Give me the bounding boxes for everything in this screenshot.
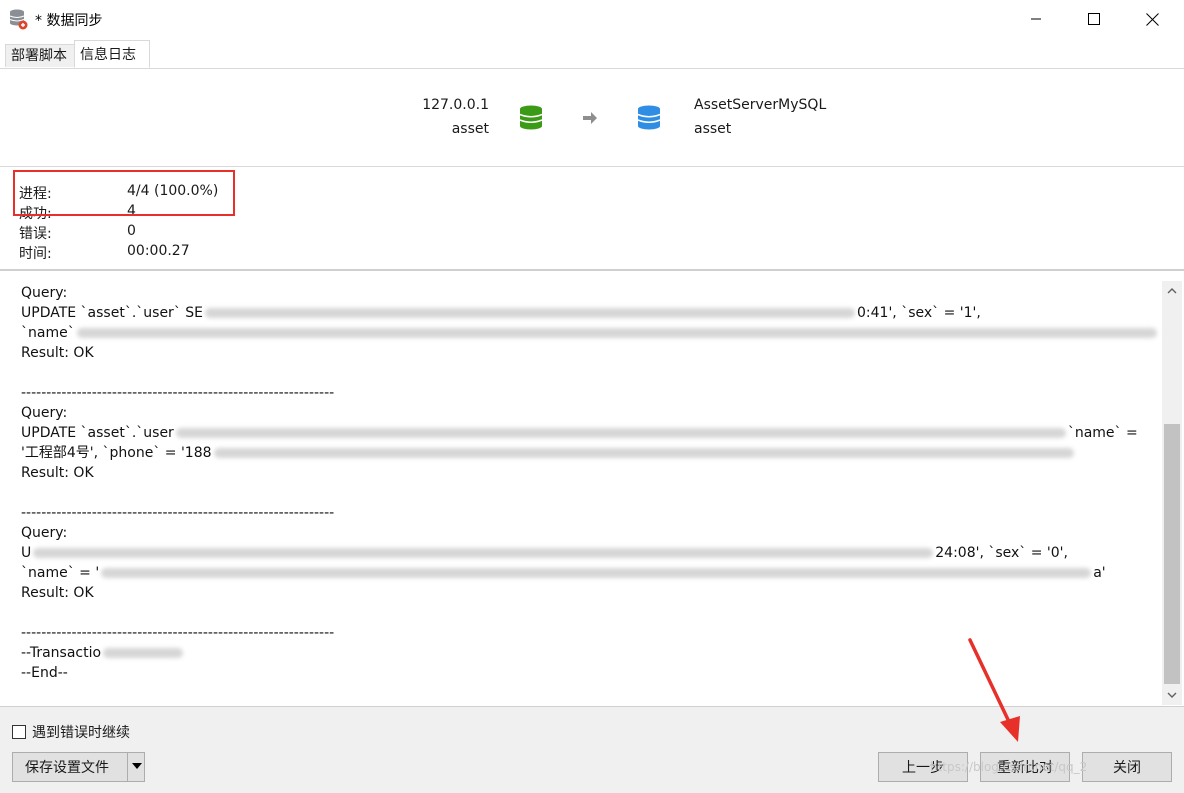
log-query-label: Query: <box>21 285 68 301</box>
log-scrollbar[interactable] <box>1162 281 1182 705</box>
log-query-line: `name` = ' a' <box>21 563 1106 583</box>
time-value: 00:00.27 <box>127 243 190 259</box>
minimize-button[interactable] <box>1007 0 1065 38</box>
log-query-line: UPDATE `asset`.`user `name` = <box>21 423 1138 443</box>
redacted-text <box>213 448 1074 458</box>
minimize-icon <box>1031 18 1041 20</box>
log-transaction: --Transactio <box>21 643 185 663</box>
redacted-text <box>76 328 1157 338</box>
log-query-text: `name` = <box>1067 425 1138 441</box>
log-query-text: 24:08', `sex` = '0', <box>935 545 1068 561</box>
title-bar: * 数据同步 <box>0 0 1184 38</box>
watermark: https://blog.csdn.net/qq_2 <box>930 760 1088 774</box>
redacted-text <box>103 648 184 658</box>
database-blue-icon <box>637 105 661 130</box>
log-result: Result: OK <box>21 465 94 481</box>
log-result: Result: OK <box>21 345 94 361</box>
redacted-text <box>33 548 934 558</box>
chevron-down-icon <box>1167 692 1177 698</box>
save-settings-button[interactable]: 保存设置文件 <box>12 752 145 782</box>
time-label: 时间: <box>19 246 52 262</box>
redacted-text <box>101 568 1092 578</box>
database-sync-icon <box>9 9 28 30</box>
log-transaction-text: --Transactio <box>21 645 102 661</box>
log-separator: ----------------------------------------… <box>21 505 335 521</box>
log-separator: ----------------------------------------… <box>21 625 335 641</box>
target-host: AssetServerMySQL <box>694 97 827 113</box>
log-query-line: UPDATE `asset`.`user` SE 0:41', `sex` = '… <box>21 303 981 323</box>
log-query-line: '工程部4号', `phone` = '188 <box>21 443 1076 463</box>
database-green-icon <box>519 105 543 130</box>
log-query-line: U 24:08', `sex` = '0', <box>21 543 1068 563</box>
target-database: asset <box>694 121 732 137</box>
window-title: * 数据同步 <box>35 13 103 29</box>
scroll-up-button[interactable] <box>1162 281 1182 301</box>
redacted-text <box>205 308 855 318</box>
log-query-line: `name` <box>21 323 1159 343</box>
scroll-thumb[interactable] <box>1164 424 1180 684</box>
tab-info-log[interactable]: 信息日志 <box>74 40 150 68</box>
log-query-text: a' <box>1093 565 1106 581</box>
source-database: asset <box>451 121 489 137</box>
errors-label: 错误: <box>19 226 52 242</box>
tab-deploy-script[interactable]: 部署脚本 <box>5 44 75 67</box>
log-separator: ----------------------------------------… <box>21 385 335 401</box>
annotation-arrow-icon <box>968 638 1020 742</box>
log-query-text: 0:41', `sex` = '1', <box>857 305 981 321</box>
close-icon <box>1145 12 1159 26</box>
continue-on-error-option[interactable]: 遇到错误时继续 <box>12 722 130 742</box>
log-result: Result: OK <box>21 585 94 601</box>
log-query-text: UPDATE `asset`.`user` SE <box>21 305 203 321</box>
log-query-label: Query: <box>21 405 68 421</box>
stats-panel: 进程: 4/4 (100.0%) 成功: 4 错误: 0 时间: 00:00.2… <box>0 167 1184 271</box>
caret-down-icon[interactable] <box>131 762 143 770</box>
log-query-text: `name` = ' <box>21 565 100 581</box>
annotation-highlight-box <box>13 170 235 216</box>
continue-on-error-label: 遇到错误时继续 <box>32 725 130 741</box>
log-end: --End-- <box>21 665 68 681</box>
maximize-button[interactable] <box>1065 0 1123 38</box>
errors-value: 0 <box>127 223 136 239</box>
connection-header: 127.0.0.1 asset AssetServerMySQL asset <box>0 69 1184 167</box>
close-button[interactable]: 关闭 <box>1082 752 1172 782</box>
continue-on-error-checkbox[interactable] <box>12 725 26 739</box>
maximize-icon <box>1088 13 1100 25</box>
split-divider <box>127 753 128 781</box>
log-query-text: `name` <box>21 325 75 341</box>
redacted-text <box>175 428 1066 438</box>
save-settings-label: 保存设置文件 <box>25 760 109 776</box>
scroll-down-button[interactable] <box>1162 685 1182 705</box>
log-query-text: UPDATE `asset`.`user <box>21 425 174 441</box>
source-host: 127.0.0.1 <box>422 97 489 113</box>
log-query-label: Query: <box>21 525 68 541</box>
arrow-right-icon <box>583 112 597 124</box>
tab-strip: 部署脚本 信息日志 <box>0 38 1184 69</box>
log-query-text: '工程部4号', `phone` = '188 <box>21 445 212 461</box>
log-query-text: U <box>21 545 32 561</box>
chevron-up-icon <box>1167 288 1177 294</box>
close-window-button[interactable] <box>1123 0 1181 38</box>
